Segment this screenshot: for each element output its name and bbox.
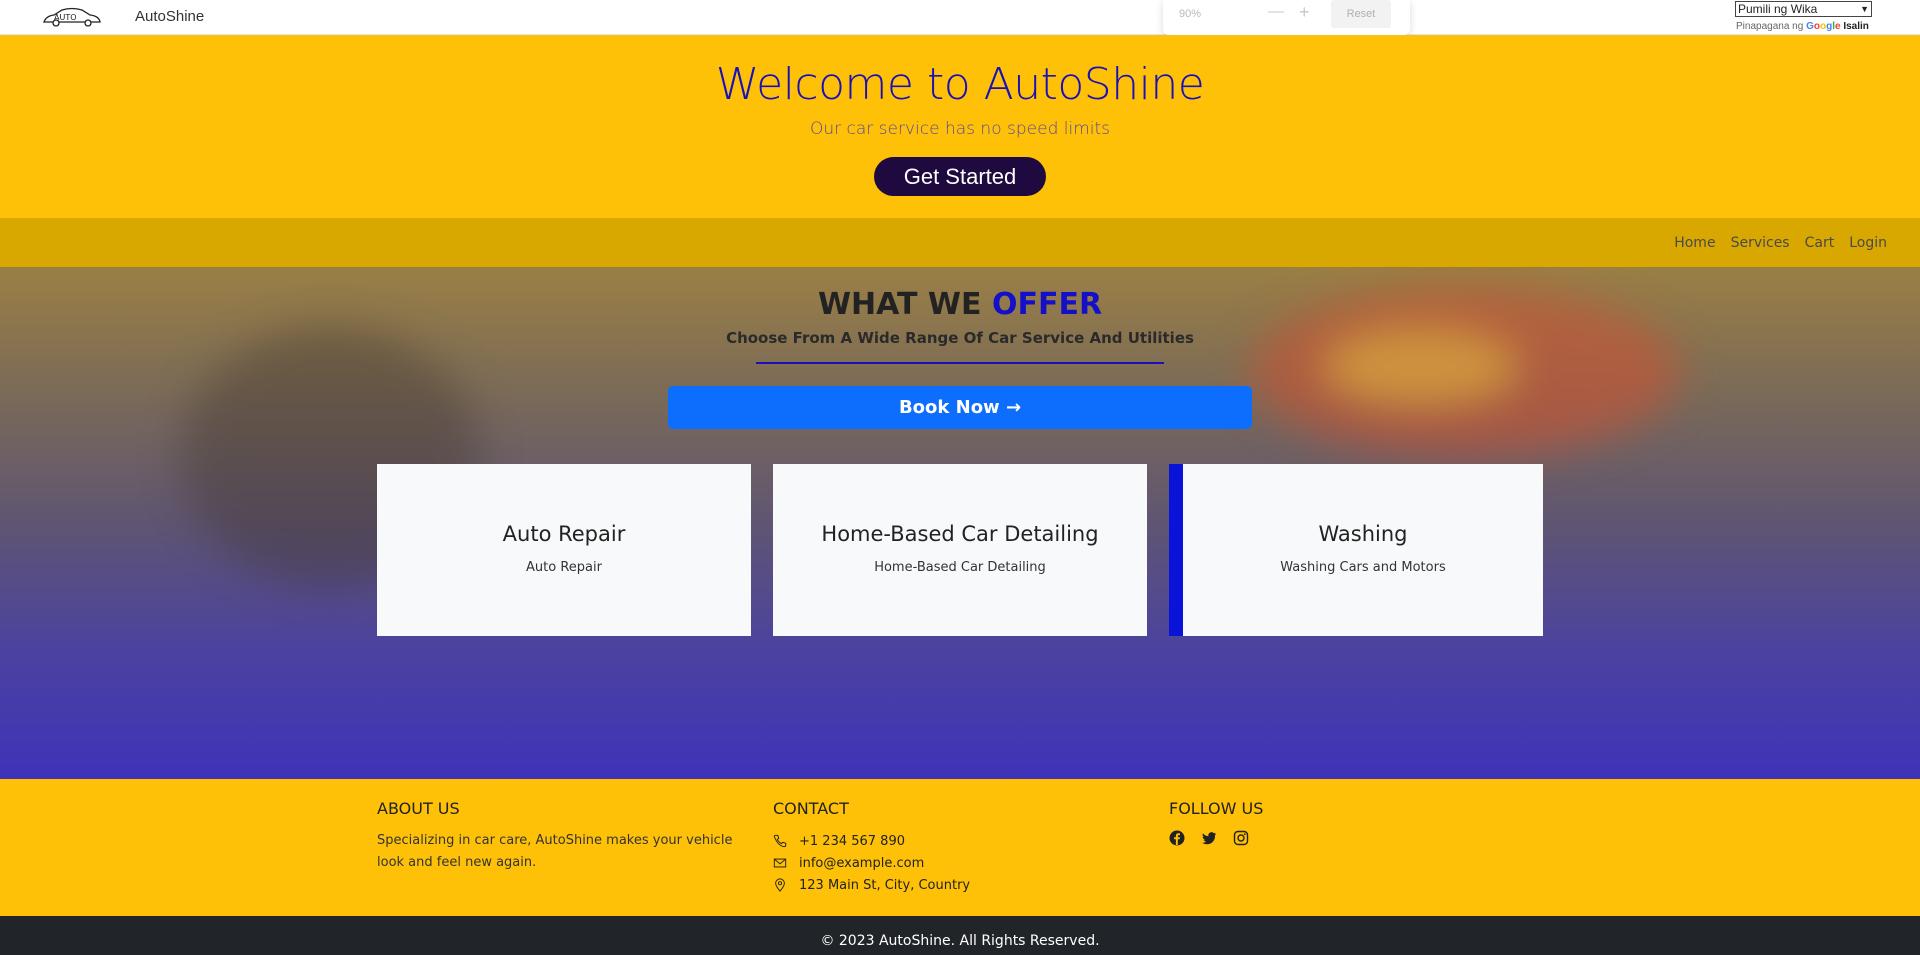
about-heading: ABOUT US [377, 799, 460, 818]
offer-subtitle: Choose From A Wide Range Of Car Service … [726, 329, 1194, 347]
contact-phone: +1 234 567 890 [773, 830, 970, 852]
nav-services[interactable]: Services [1731, 235, 1790, 251]
service-card-auto-repair[interactable]: Auto Repair Auto Repair [377, 464, 751, 636]
contact-address: 123 Main St, City, Country [773, 874, 970, 896]
footer-follow: FOLLOW US [1169, 799, 1263, 846]
service-card-desc: Washing Cars and Motors [1280, 560, 1446, 575]
nav-login[interactable]: Login [1849, 235, 1887, 251]
footer-about: ABOUT US Specializing in car care, AutoS… [377, 799, 757, 874]
contact-email: info@example.com [773, 852, 970, 874]
svg-text:AUTO: AUTO [54, 13, 77, 22]
google-translate-credit: Pinapagana ng Google Isalin [1736, 21, 1869, 32]
hero-section: Welcome to AutoShine Our car service has… [0, 35, 1920, 218]
book-now-button[interactable]: Book Now → [668, 386, 1252, 429]
services-section: WHAT WE OFFER Choose From A Wide Range O… [0, 267, 1920, 779]
zoom-popup: 90% — + Reset [1163, 0, 1410, 35]
service-card-detailing[interactable]: Home-Based Car Detailing Home-Based Car … [773, 464, 1147, 636]
twitter-icon[interactable] [1201, 830, 1217, 846]
hero-title: Welcome to AutoShine [715, 59, 1205, 110]
footer: ABOUT US Specializing in car care, AutoS… [0, 779, 1920, 916]
location-pin-icon [775, 878, 785, 892]
service-card-title: Auto Repair [502, 522, 626, 546]
zoom-in-button[interactable]: + [1299, 2, 1310, 23]
zoom-level: 90% [1179, 8, 1202, 20]
get-started-button[interactable]: Get Started [874, 157, 1046, 196]
car-logo-icon[interactable]: AUTO [42, 6, 102, 28]
nav-cart[interactable]: Cart [1805, 235, 1835, 251]
instagram-icon[interactable] [1233, 830, 1249, 846]
email-text: info@example.com [799, 855, 925, 871]
chevron-down-icon: ▼ [1860, 4, 1869, 14]
language-select[interactable]: Pumili ng Wika ▼ [1735, 1, 1872, 17]
google-logo: Google [1806, 21, 1841, 32]
follow-heading: FOLLOW US [1169, 799, 1264, 818]
offer-title-prefix: WHAT WE [817, 287, 992, 322]
phone-icon [773, 834, 787, 848]
translate-link[interactable]: Isalin [1843, 21, 1869, 32]
social-links [1169, 830, 1263, 846]
service-card-title: Washing [1318, 522, 1408, 546]
zoom-out-button[interactable]: — [1268, 3, 1284, 21]
zoom-reset-button[interactable]: Reset [1331, 0, 1391, 28]
contact-heading: CONTACT [773, 799, 849, 818]
service-card-desc: Auto Repair [526, 560, 602, 575]
offer-title: WHAT WE OFFER [0, 287, 1920, 322]
powered-by-label: Pinapagana ng [1736, 21, 1804, 32]
hero-subtitle: Our car service has no speed limits [809, 119, 1111, 139]
copyright-bar: © 2023 AutoShine. All Rights Reserved. [0, 916, 1920, 955]
main-navbar: Home Services Cart Login [0, 218, 1920, 267]
service-card-washing[interactable]: Washing Washing Cars and Motors [1169, 464, 1543, 636]
about-text: Specializing in car care, AutoShine make… [377, 833, 733, 870]
offer-title-highlight: OFFER [991, 287, 1103, 322]
offer-divider [756, 362, 1164, 364]
nav-home[interactable]: Home [1674, 235, 1715, 251]
footer-contact: CONTACT +1 234 567 890 info@example.com … [773, 799, 970, 896]
service-card-desc: Home-Based Car Detailing [874, 560, 1046, 575]
phone-text: +1 234 567 890 [799, 833, 905, 849]
envelope-icon [773, 858, 787, 868]
facebook-icon[interactable] [1169, 830, 1185, 846]
service-card-title: Home-Based Car Detailing [821, 522, 1099, 546]
brand-name[interactable]: AutoShine [135, 8, 204, 25]
language-select-value: Pumili ng Wika [1738, 2, 1818, 16]
top-bar: AUTO AutoShine 90% — + Reset Pumili ng W… [0, 0, 1920, 35]
address-text: 123 Main St, City, Country [799, 877, 971, 893]
